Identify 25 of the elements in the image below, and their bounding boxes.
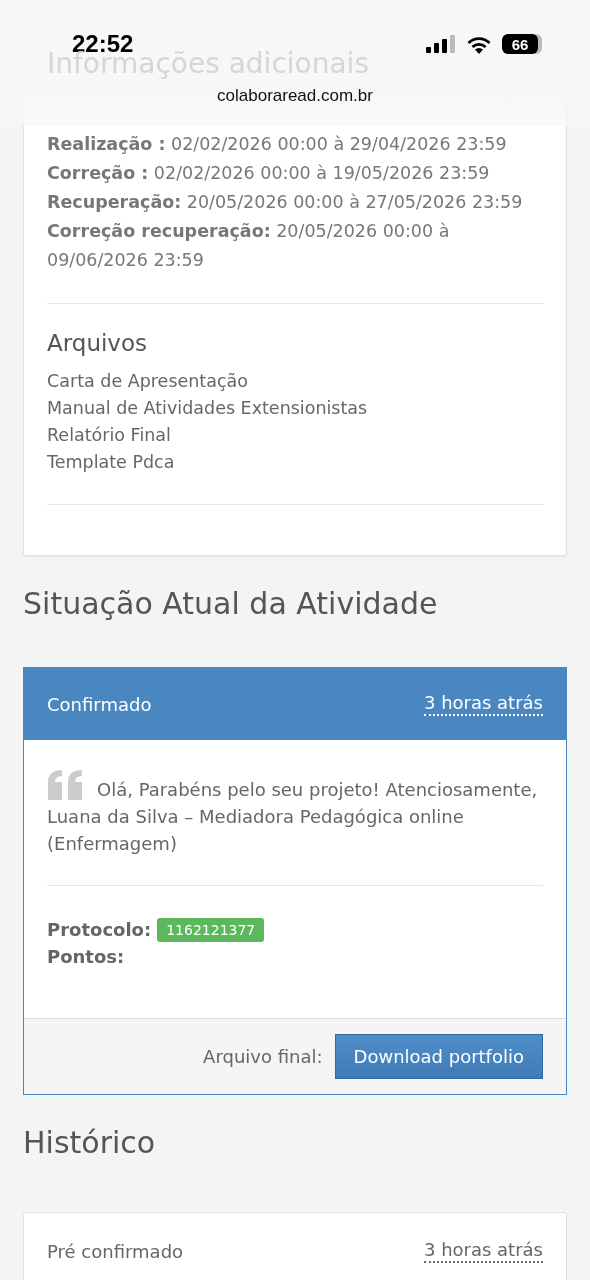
time-ago: 3 horas atrás bbox=[423, 1239, 543, 1263]
time-ago: 3 horas atrás bbox=[423, 692, 543, 716]
file-link[interactable]: Carta de Apresentação bbox=[47, 368, 543, 395]
file-link[interactable]: Manual de Atividades Extensionistas bbox=[47, 395, 543, 422]
history-status: Pré confirmado bbox=[47, 1240, 184, 1262]
file-link[interactable]: Template Pdca bbox=[47, 449, 543, 476]
protocol-label: Protocolo: bbox=[47, 919, 152, 940]
status-label: Confirmado bbox=[47, 693, 152, 715]
file-link[interactable]: Relatório Final bbox=[47, 422, 543, 449]
protocol-badge: 1162121377 bbox=[157, 917, 265, 942]
date-line: Realização : 02/02/2026 00:00 à 29/04/2026 23:59 bbox=[47, 133, 508, 156]
comment-text: Olá, Parabéns pelo seu projeto! Atenciosamente, Luana da Silva – Mediadora Pedagógica online (Enfermagem) bbox=[47, 770, 543, 885]
date-line: Recuperação: 20/05/2026 00:00 à 27/05/2026 23:59 bbox=[47, 191, 524, 214]
wifi-icon bbox=[466, 34, 492, 54]
date-line: Correção recuperação: 20/05/2026 00:00 à 09/06/2026 23:59 bbox=[47, 220, 451, 272]
quote-icon bbox=[47, 770, 83, 800]
download-button[interactable]: Download portfolio bbox=[334, 1034, 543, 1079]
address-bar-url[interactable]: colaboraread.com.br bbox=[0, 86, 590, 106]
date-line: Correção : 02/02/2026 00:00 à 19/05/2026 23:59 bbox=[47, 162, 491, 185]
section-heading: Histórico bbox=[23, 1124, 157, 1162]
section-heading: Situação Atual da Atividade bbox=[23, 585, 439, 623]
signal-icon bbox=[426, 35, 456, 53]
files-heading: Arquivos bbox=[47, 330, 149, 356]
file-label: Arquivo final: bbox=[203, 1046, 323, 1067]
points-label: Pontos: bbox=[47, 946, 125, 967]
